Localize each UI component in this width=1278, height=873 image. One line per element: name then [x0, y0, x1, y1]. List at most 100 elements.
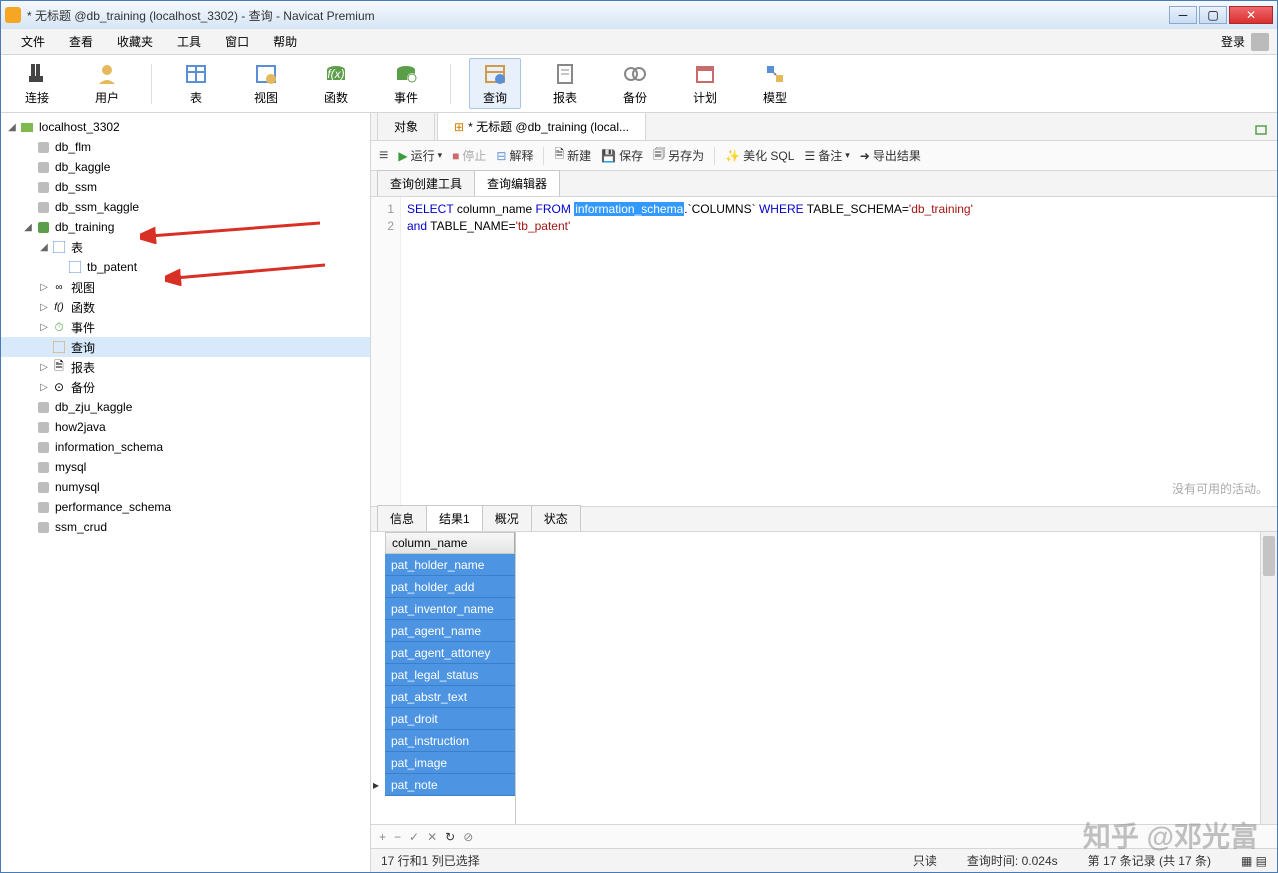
- tree-db-mysql[interactable]: mysql: [1, 457, 370, 477]
- tree-twisty-icon[interactable]: ▷: [37, 362, 51, 373]
- close-button[interactable]: ✕: [1229, 6, 1273, 24]
- tree-twisty-icon[interactable]: ◢: [21, 222, 35, 233]
- tab-overflow-icon[interactable]: [1251, 120, 1271, 140]
- menu-file[interactable]: 文件: [9, 29, 57, 54]
- rtab-result1[interactable]: 结果1: [426, 505, 483, 531]
- toolbar-event-button[interactable]: 事件: [380, 59, 432, 108]
- result-grid[interactable]: column_namepat_holder_namepat_holder_add…: [371, 532, 1277, 824]
- grid-row[interactable]: pat_legal_status: [385, 664, 515, 686]
- minimize-button[interactable]: ─: [1169, 6, 1197, 24]
- tree-connection[interactable]: ◢localhost_3302: [1, 117, 370, 137]
- toolbar-view-button[interactable]: 视图: [240, 59, 292, 108]
- app-icon: [5, 7, 21, 23]
- menu-view[interactable]: 查看: [57, 29, 105, 54]
- stop-button[interactable]: ■停止: [452, 147, 486, 164]
- tree-db-db_flm[interactable]: db_flm: [1, 137, 370, 157]
- tree-functions[interactable]: ▷f()函数: [1, 297, 370, 317]
- apply-icon[interactable]: ✓: [409, 830, 419, 844]
- menu-help[interactable]: 帮助: [261, 29, 309, 54]
- saveas-button[interactable]: 🗐另存为: [653, 145, 704, 166]
- del-row-icon[interactable]: −: [394, 830, 401, 844]
- grid-row[interactable]: pat_droit: [385, 708, 515, 730]
- cancel-icon[interactable]: ✕: [427, 830, 437, 844]
- grid-row[interactable]: pat_note: [385, 774, 515, 796]
- view-icon: [253, 61, 279, 87]
- tree-db-active[interactable]: ◢db_training: [1, 217, 370, 237]
- tree-reports[interactable]: ▷🗎报表: [1, 357, 370, 377]
- tree-db-information_schema[interactable]: information_schema: [1, 437, 370, 457]
- grid-row[interactable]: pat_inventor_name: [385, 598, 515, 620]
- scrollbar[interactable]: [1260, 532, 1277, 824]
- beautify-button[interactable]: ✨美化 SQL: [725, 147, 794, 164]
- tree-tables[interactable]: ◢表: [1, 237, 370, 257]
- tree-db-db_ssm[interactable]: db_ssm: [1, 177, 370, 197]
- tree-views[interactable]: ▷∞视图: [1, 277, 370, 297]
- grid-row[interactable]: pat_holder_name: [385, 554, 515, 576]
- tree-twisty-icon[interactable]: ◢: [5, 122, 19, 133]
- sql-code[interactable]: SELECT column_name FROM information_sche…: [401, 197, 1277, 506]
- tree-twisty-icon[interactable]: ▷: [37, 322, 51, 333]
- editor-tabs: 对象 ⊞* 无标题 @db_training (local...: [371, 113, 1277, 141]
- rtab-info[interactable]: 信息: [377, 505, 427, 531]
- tree-twisty-icon[interactable]: ◢: [37, 242, 51, 253]
- add-row-icon[interactable]: +: [379, 830, 386, 844]
- status-record: 第 17 条记录 (共 17 条): [1088, 852, 1211, 869]
- save-button[interactable]: 💾保存: [601, 147, 643, 164]
- rtab-status[interactable]: 状态: [531, 505, 581, 531]
- tree-events[interactable]: ▷⏱事件: [1, 317, 370, 337]
- grid-row[interactable]: pat_agent_name: [385, 620, 515, 642]
- toolbar-table-button[interactable]: 表: [170, 59, 222, 108]
- tree-db-numysql[interactable]: numysql: [1, 477, 370, 497]
- tree-table-tbpatent[interactable]: tb_patent: [1, 257, 370, 277]
- sql-editor[interactable]: 12 SELECT column_name FROM information_s…: [371, 197, 1277, 507]
- connection-tree[interactable]: ◢localhost_3302db_flmdb_kaggledb_ssmdb_s…: [1, 113, 371, 872]
- menubar: 文件 查看 收藏夹 工具 窗口 帮助 登录: [1, 29, 1277, 55]
- notes-button[interactable]: ☰备注▾: [804, 147, 849, 164]
- grid-row[interactable]: pat_abstr_text: [385, 686, 515, 708]
- toolbar-schedule-button[interactable]: 计划: [679, 59, 731, 108]
- tree-db-how2java[interactable]: how2java: [1, 417, 370, 437]
- menu-tools[interactable]: 工具: [165, 29, 213, 54]
- grid-row[interactable]: pat_holder_add: [385, 576, 515, 598]
- tab-objects[interactable]: 对象: [377, 113, 435, 140]
- toolbar-query-button[interactable]: 查询: [469, 58, 521, 109]
- login-link[interactable]: 登录: [1221, 33, 1245, 50]
- maximize-button[interactable]: ▢: [1199, 6, 1227, 24]
- grid-row[interactable]: pat_image: [385, 752, 515, 774]
- tree-backups[interactable]: ▷⊙备份: [1, 377, 370, 397]
- view-toggle-icon[interactable]: ▦ ▤: [1241, 854, 1267, 868]
- tree-twisty-icon[interactable]: ▷: [37, 282, 51, 293]
- tree-db-performance_schema[interactable]: performance_schema: [1, 497, 370, 517]
- tree-db-db_ssm_kaggle[interactable]: db_ssm_kaggle: [1, 197, 370, 217]
- menu-fav[interactable]: 收藏夹: [105, 29, 165, 54]
- explain-button[interactable]: ⊟解释: [496, 147, 533, 164]
- toolbar-model-button[interactable]: 模型: [749, 59, 801, 108]
- toolbar-backup-button[interactable]: 备份: [609, 59, 661, 108]
- tree-db-db_kaggle[interactable]: db_kaggle: [1, 157, 370, 177]
- export-button[interactable]: ➜导出结果: [860, 147, 921, 164]
- grid-header[interactable]: column_name: [385, 532, 515, 554]
- grid-row[interactable]: pat_agent_attoney: [385, 642, 515, 664]
- refresh-icon[interactable]: ↻: [445, 830, 455, 844]
- menu-icon[interactable]: ≡: [379, 147, 388, 165]
- tree-twisty-icon[interactable]: ▷: [37, 302, 51, 313]
- subtab-builder[interactable]: 查询创建工具: [377, 170, 475, 196]
- grid-row[interactable]: pat_instruction: [385, 730, 515, 752]
- tree-db-ssm_crud[interactable]: ssm_crud: [1, 517, 370, 537]
- window-title: * 无标题 @db_training (localhost_3302) - 查询…: [27, 7, 1169, 24]
- tab-query[interactable]: ⊞* 无标题 @db_training (local...: [437, 113, 646, 140]
- stop-icon[interactable]: ⊘: [463, 830, 473, 844]
- toolbar-plug-button[interactable]: 连接: [11, 59, 63, 108]
- tree-twisty-icon[interactable]: ▷: [37, 382, 51, 393]
- toolbar-user-button[interactable]: 用户: [81, 59, 133, 108]
- new-button[interactable]: 🗎新建: [554, 145, 591, 166]
- avatar-icon[interactable]: [1251, 33, 1269, 51]
- subtab-editor[interactable]: 查询编辑器: [474, 170, 560, 196]
- rtab-profile[interactable]: 概况: [482, 505, 532, 531]
- toolbar-fx-button[interactable]: f(x)函数: [310, 59, 362, 108]
- tree-queries[interactable]: 查询: [1, 337, 370, 357]
- menu-window[interactable]: 窗口: [213, 29, 261, 54]
- tree-db-db_zju_kaggle[interactable]: db_zju_kaggle: [1, 397, 370, 417]
- run-button[interactable]: ▶运行▾: [398, 147, 442, 164]
- toolbar-report-button[interactable]: 报表: [539, 59, 591, 108]
